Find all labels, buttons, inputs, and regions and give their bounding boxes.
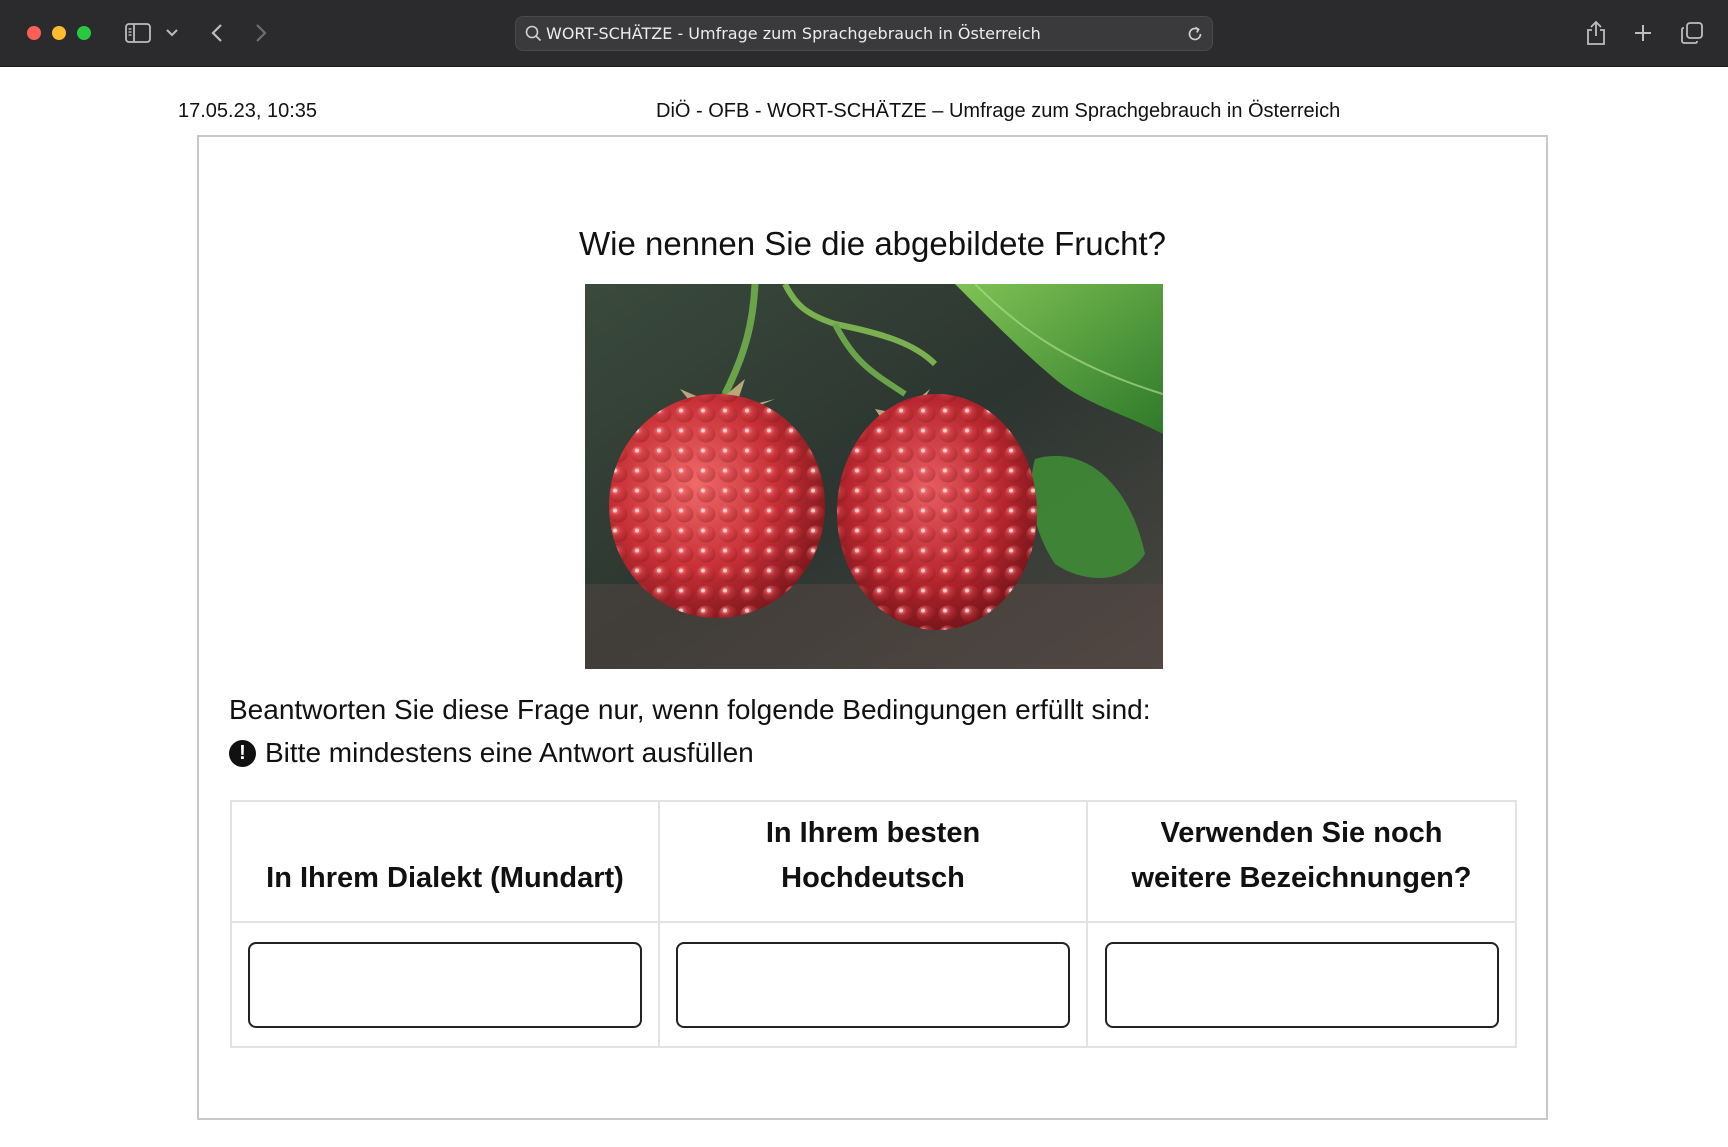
reload-icon[interactable] xyxy=(1186,25,1204,43)
close-window-button[interactable] xyxy=(27,26,41,40)
print-date: 17.05.23, 10:35 xyxy=(178,100,318,122)
column-header-line: Verwenden Sie noch xyxy=(1160,817,1443,849)
sidebar-toggle-button[interactable] xyxy=(122,18,154,48)
column-header-standard-german: In Ihrem besten Hochdeutsch xyxy=(660,802,1088,923)
new-tab-button[interactable] xyxy=(1630,18,1656,48)
chevron-right-icon xyxy=(256,24,267,42)
column-header-line: In Ihrem Dialekt (Mundart) xyxy=(266,862,624,894)
column-header-line: In Ihrem besten xyxy=(765,817,981,849)
back-button[interactable] xyxy=(206,18,228,48)
question-title: Wie nennen Sie die abgebildete Frucht? xyxy=(578,225,1167,262)
minimize-window-button[interactable] xyxy=(52,26,66,40)
other-terms-answer-input[interactable] xyxy=(1104,941,1499,1028)
survey-page: Wie nennen Sie die abgebildete Frucht? B… xyxy=(197,135,1548,1120)
standard-german-answer-cell xyxy=(660,923,1088,1046)
zoom-window-button[interactable] xyxy=(77,26,91,40)
column-header-line: Hochdeutsch xyxy=(781,862,965,894)
chevron-left-icon xyxy=(211,24,222,42)
requirement-text: Bitte mindestens eine Antwort ausfüllen xyxy=(265,737,754,768)
column-header-other-terms: Verwenden Sie noch weitere Bezeichnungen… xyxy=(1088,802,1515,923)
condition-text: Beantworten Sie diese Frage nur, wenn fo… xyxy=(229,694,1151,725)
exclamation-circle-icon: ! xyxy=(229,739,256,767)
sidebar-menu-button[interactable] xyxy=(163,18,181,48)
browser-toolbar: WORT-SCHÄTZE - Umfrage zum Sprachgebrauc… xyxy=(0,0,1728,67)
plus-icon xyxy=(1635,25,1651,41)
column-header-dialect: In Ihrem Dialekt (Mundart) xyxy=(232,802,660,923)
raspberry-image xyxy=(585,284,1163,669)
other-terms-answer-cell xyxy=(1088,923,1515,1046)
address-bar[interactable]: WORT-SCHÄTZE - Umfrage zum Sprachgebrauc… xyxy=(515,16,1213,51)
column-header-line: weitere Bezeichnungen? xyxy=(1131,862,1472,894)
answer-table: In Ihrem Dialekt (Mundart) In Ihrem best… xyxy=(230,800,1517,1048)
requirement-note: ! Bitte mindestens eine Antwort ausfülle… xyxy=(229,737,754,769)
print-title: DiÖ - OFB - WORT-SCHÄTZE – Umfrage zum S… xyxy=(656,100,1341,122)
chevron-down-icon xyxy=(166,29,178,37)
dialect-answer-cell xyxy=(232,923,660,1046)
tab-overview-icon xyxy=(1681,22,1703,44)
share-button[interactable] xyxy=(1583,18,1609,48)
search-icon xyxy=(525,25,542,42)
forward-button[interactable] xyxy=(250,18,272,48)
address-text: WORT-SCHÄTZE - Umfrage zum Sprachgebrauc… xyxy=(546,24,1041,43)
dialect-answer-input[interactable] xyxy=(248,941,642,1028)
sidebar-icon xyxy=(125,23,151,43)
tab-overview-button[interactable] xyxy=(1678,18,1706,48)
share-icon xyxy=(1587,20,1605,45)
fruit-photo xyxy=(585,284,1163,669)
standard-german-answer-input[interactable] xyxy=(676,941,1070,1028)
